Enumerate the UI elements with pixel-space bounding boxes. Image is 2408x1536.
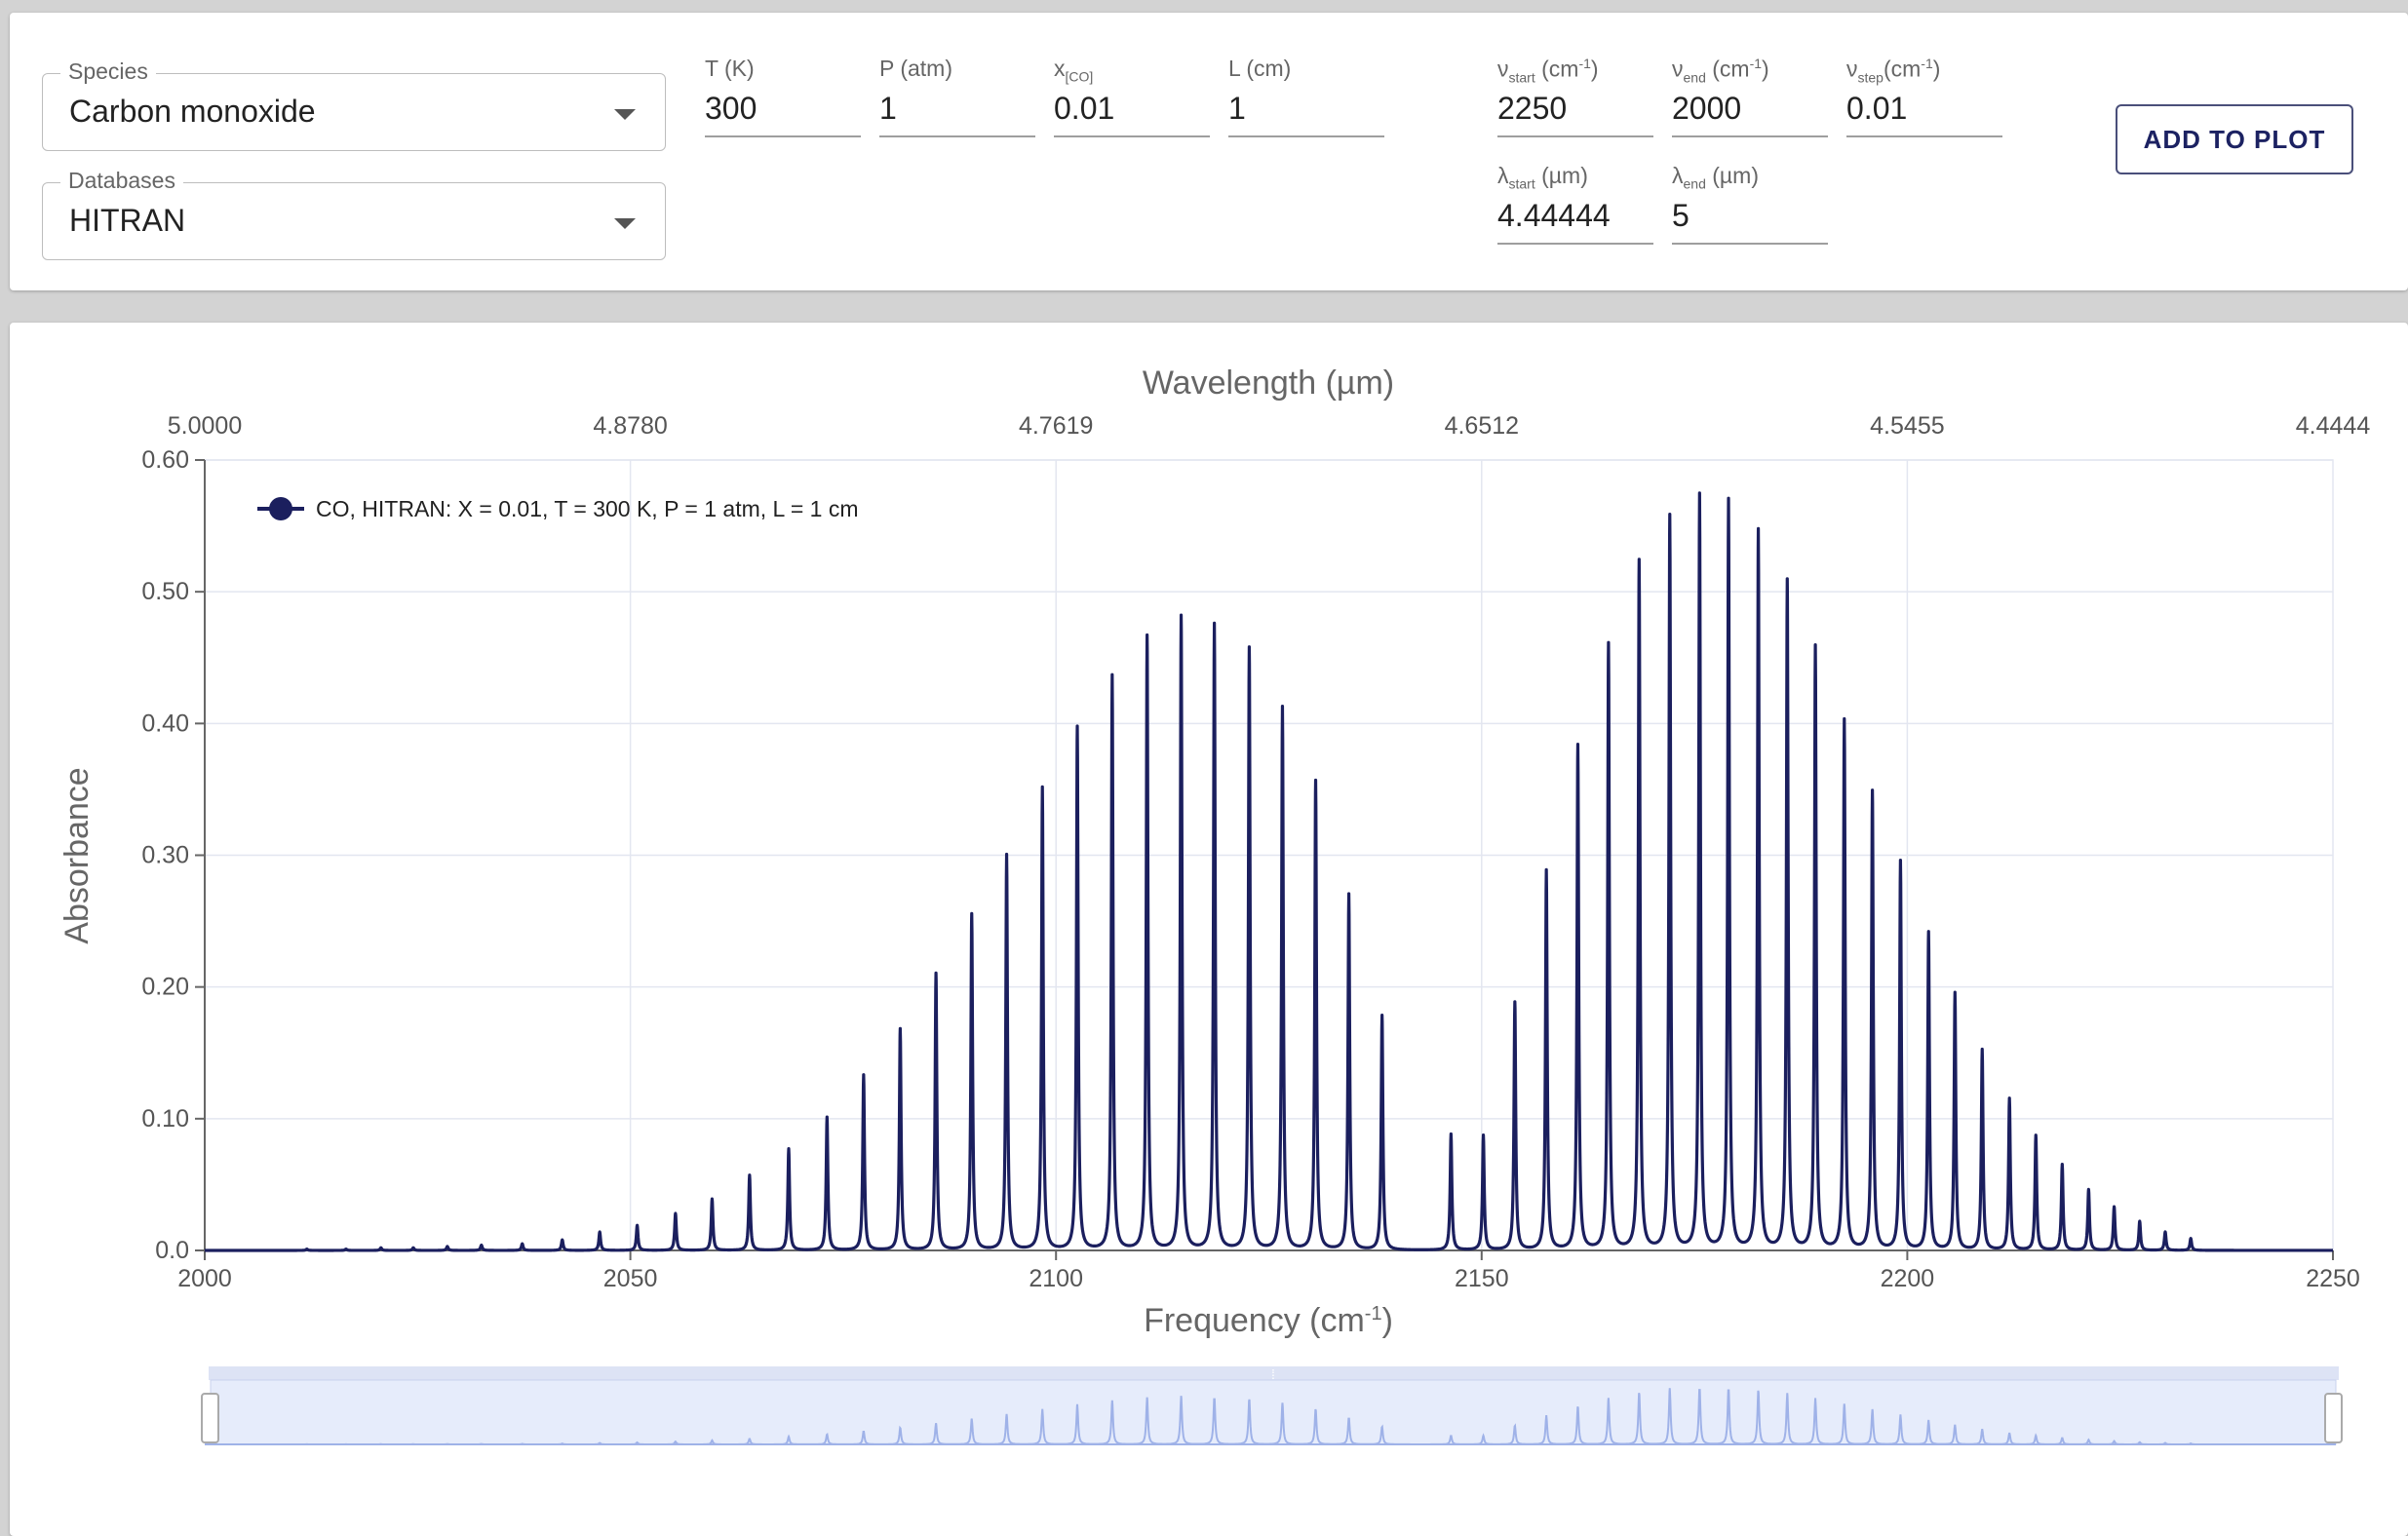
slider-grip-icon[interactable]: ⁞ xyxy=(1271,1366,1275,1382)
x-tick-label: 2250 xyxy=(2306,1265,2360,1292)
legend[interactable]: CO, HITRAN: X = 0.01, T = 300 K, P = 1 a… xyxy=(257,496,859,521)
top-tick-label: 4.7619 xyxy=(1019,412,1093,440)
x-axis-title: Frequency (cm-1) xyxy=(1144,1302,1393,1339)
top-tick-label: 5.0000 xyxy=(168,412,242,440)
x-tick-label: 2200 xyxy=(1881,1265,1935,1292)
top-tick-label: 4.4444 xyxy=(2296,412,2371,440)
y-axis-title: Absorbance xyxy=(58,767,96,943)
legend-marker-icon xyxy=(269,497,292,520)
x-tick-label: 2150 xyxy=(1455,1265,1509,1292)
slider-left-handle[interactable] xyxy=(201,1393,219,1443)
y-tick-label: 0.60 xyxy=(141,446,189,474)
legend-label: CO, HITRAN: X = 0.01, T = 300 K, P = 1 a… xyxy=(316,496,859,521)
slider-right-handle[interactable] xyxy=(2324,1393,2343,1443)
top-tick-label: 4.8780 xyxy=(593,412,667,440)
top-tick-label: 4.6512 xyxy=(1445,412,1519,440)
absorbance-chart[interactable]: 0.0 0.10 0.20 0.30 0.40 0.50 0.60 2000 5.0000 205… xyxy=(0,0,2408,1536)
zoom-slider[interactable]: ⁞ xyxy=(201,1366,2343,1445)
y-tick-label: 0.10 xyxy=(141,1105,189,1133)
y-tick-label: 0.30 xyxy=(141,842,189,869)
grid xyxy=(204,459,2334,1251)
x-tick-label: 2000 xyxy=(177,1265,232,1292)
co-absorbance-line xyxy=(204,491,2334,1252)
top-axis-title: Wavelength (µm) xyxy=(1143,365,1394,402)
y-tick-label: 0.0 xyxy=(155,1237,189,1264)
y-tick-label: 0.40 xyxy=(141,710,189,737)
y-tick-label: 0.20 xyxy=(141,974,189,1001)
x-tick-label: 2050 xyxy=(603,1265,658,1292)
y-tick-label: 0.50 xyxy=(141,578,189,605)
x-tick-label: 2100 xyxy=(1029,1265,1083,1292)
slider-selection[interactable] xyxy=(210,1379,2337,1445)
top-tick-label: 4.5455 xyxy=(1870,412,1944,440)
